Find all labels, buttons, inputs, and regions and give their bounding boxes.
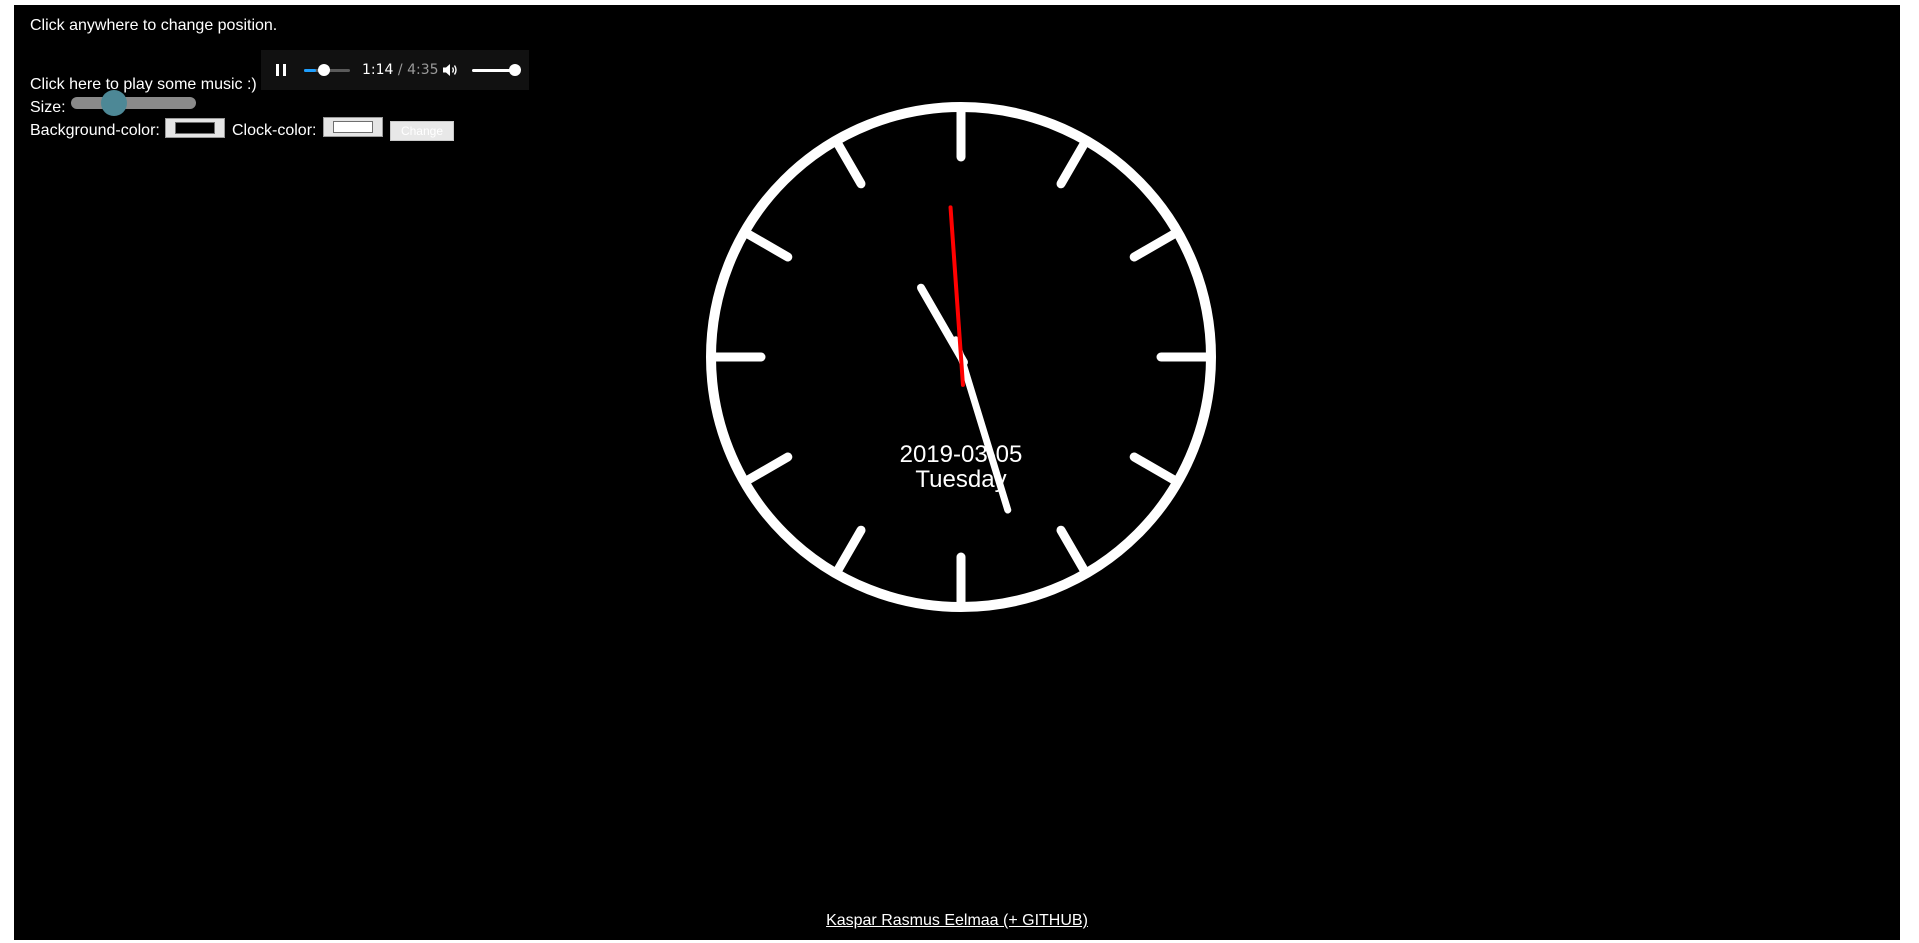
hour-tick [1056,140,1088,189]
audio-player: 1:14 / 4:35 [261,50,529,90]
hour-tick [1129,230,1178,262]
clock-date-display: 2019-03-05 Tuesday [861,442,1061,492]
second-hand [948,205,965,387]
author-github-link[interactable]: Kaspar Rasmus Eelmaa (+ GITHUB) [14,912,1900,930]
clock-date: 2019-03-05 [899,441,1023,468]
speaker-icon [443,64,457,76]
clock-canvas-area[interactable]: Click anywhere to change position. Click… [14,5,1900,940]
time-display: 1:14 / 4:35 [362,61,439,79]
change-button[interactable]: Change [390,121,454,141]
hour-tick [744,452,793,484]
size-slider[interactable] [71,97,196,109]
background-color-label: Background-color: [30,122,160,139]
hour-tick [744,230,793,262]
background-color-picker[interactable] [165,118,225,138]
size-label: Size: [30,99,66,116]
background-color-swatch [175,122,215,134]
seek-progress-fill [304,69,317,72]
total-time-group: / 4:35 [393,62,439,78]
hour-tick [834,525,866,574]
size-slider-thumb[interactable] [101,90,127,116]
pause-icon [276,64,286,76]
hour-tick [834,140,866,189]
hour-tick [1129,452,1178,484]
total-time: 4:35 [407,62,439,78]
hour-tick [1056,525,1088,574]
clock-color-label: Clock-color: [232,122,317,139]
clock-color-swatch [333,121,373,133]
pause-button[interactable] [273,62,289,78]
play-music-link[interactable]: Click here to play some music :) [30,76,257,94]
current-time: 1:14 [362,62,394,78]
time-separator: / [393,62,408,78]
seek-slider-thumb[interactable] [318,64,330,76]
volume-slider-thumb[interactable] [509,64,521,76]
analog-clock [706,102,1216,612]
mute-button[interactable] [441,61,459,79]
clock-color-picker[interactable] [323,117,383,137]
clock-weekday: Tuesday [915,466,1007,493]
instruction-text: Click anywhere to change position. [30,17,278,34]
